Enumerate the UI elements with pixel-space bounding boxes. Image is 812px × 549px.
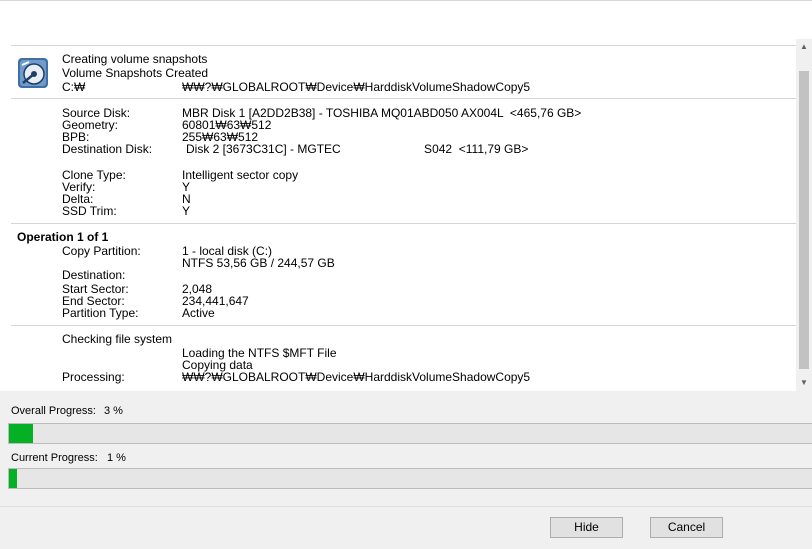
processing-label: Processing: (62, 370, 125, 384)
log-scrollbar[interactable]: ▲ ▼ (796, 39, 812, 391)
operation-title: Operation 1 of 1 (17, 230, 109, 244)
overall-progress-fill (9, 424, 33, 443)
separator (11, 98, 796, 99)
copy-partition-label: Copy Partition: (62, 244, 141, 258)
current-progress-bar (8, 468, 812, 489)
log-panel: Creating volume snapshots Volume Snapsho… (0, 1, 812, 391)
scroll-down-arrow-icon[interactable]: ▼ (796, 375, 812, 391)
partition-type-value: Active (182, 306, 215, 320)
copy-partition-size: NTFS 53,56 GB / 244,57 GB (182, 256, 335, 270)
destination-disk-label: Destination Disk: (62, 142, 153, 156)
ssd-trim-label: SSD Trim: (62, 204, 117, 218)
separator (11, 45, 796, 46)
current-progress-fill (9, 469, 17, 488)
snapshot-drive-label: C:₩ (62, 80, 86, 94)
checking-file-system-line: Checking file system (62, 332, 173, 346)
footer-separator (0, 506, 812, 507)
log-content: Creating volume snapshots Volume Snapsho… (0, 1, 796, 391)
snapshot-created-line: Volume Snapshots Created (62, 66, 209, 80)
scroll-up-arrow-icon[interactable]: ▲ (796, 39, 812, 55)
snapshot-drive-path: ₩₩?₩GLOBALROOT₩Device₩HarddiskVolumeShad… (182, 80, 531, 94)
destination-disk-value: Disk 2 [3673C31C] - MGTEC S042 <111,79 G… (186, 142, 529, 156)
current-progress-percent: 1 % (107, 452, 126, 464)
overall-progress-label: Overall Progress: (11, 405, 96, 417)
ssd-trim-value: Y (182, 204, 191, 218)
overall-progress-percent: 3 % (104, 405, 123, 417)
processing-value: ₩₩?₩GLOBALROOT₩Device₩HarddiskVolumeShad… (182, 370, 531, 384)
hide-button[interactable]: Hide (550, 517, 623, 538)
disk-clone-icon (18, 58, 48, 88)
current-progress-label: Current Progress: (11, 452, 98, 464)
cancel-button[interactable]: Cancel (650, 517, 723, 538)
partition-type-label: Partition Type: (62, 306, 139, 320)
overall-progress-bar (8, 423, 812, 444)
scroll-thumb[interactable] (799, 71, 809, 369)
destination-label: Destination: (62, 268, 126, 282)
separator (11, 223, 796, 224)
snapshot-status-line: Creating volume snapshots (62, 52, 208, 66)
clone-type-value: Intelligent sector copy (182, 168, 299, 182)
separator (11, 325, 796, 326)
